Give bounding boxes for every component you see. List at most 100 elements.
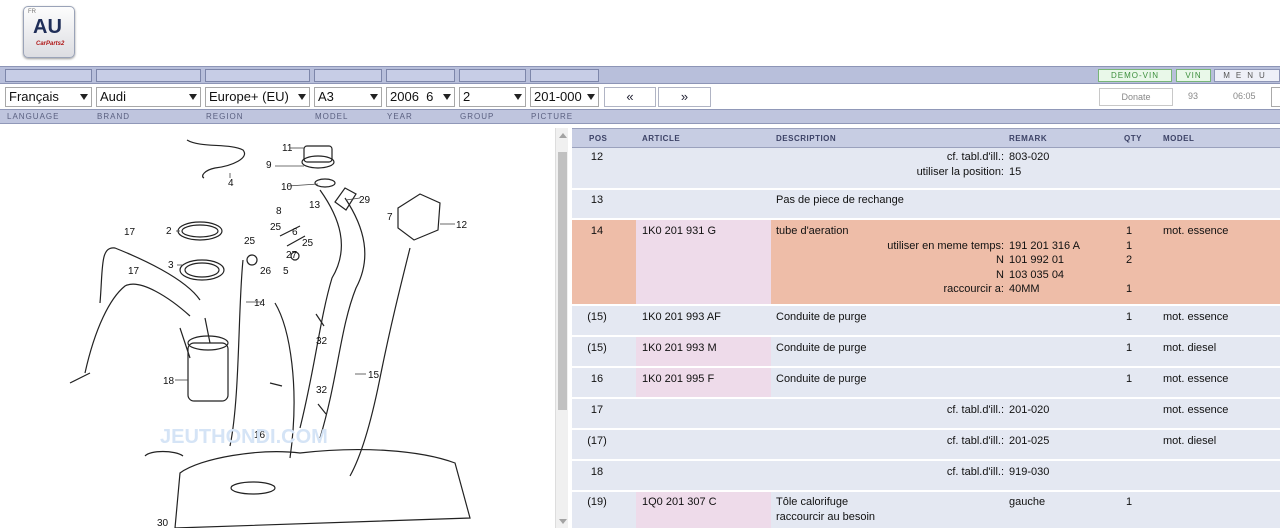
next-picture-button[interactable]: »: [658, 87, 711, 107]
callout-17a: 17: [124, 227, 136, 238]
brand-select[interactable]: Audi: [96, 87, 201, 107]
callout-9: 9: [266, 160, 272, 171]
picture-value: 201-000: [534, 89, 582, 104]
row-qty: 1: [1125, 283, 1133, 296]
row-pos: 16: [590, 373, 604, 385]
callout-18: 18: [163, 376, 175, 387]
label-region: REGION: [206, 112, 244, 121]
table-row[interactable]: 17 cf. tabl.d'ill.: 201-020 mot. essence: [572, 399, 1280, 429]
vin-button[interactable]: VIN: [1176, 69, 1211, 82]
row-remark: 40MM: [1009, 283, 1040, 296]
nav-slot-language: [5, 69, 92, 82]
scroll-down-icon[interactable]: [559, 519, 567, 524]
model-select[interactable]: A3: [314, 87, 382, 107]
callout-14: 14: [254, 298, 266, 309]
top-bar: FR AU CarParts2: [0, 0, 1280, 66]
row-article[interactable]: 1K0 201 993 AF: [642, 310, 721, 325]
row-qty: 1: [1125, 342, 1133, 354]
callout-8: 8: [276, 206, 282, 217]
region-select[interactable]: Europe+ (EU): [205, 87, 310, 107]
logo-fr-label: FR: [28, 9, 36, 15]
row-article[interactable]: 1K0 201 931 G: [642, 224, 716, 239]
callout-10: 10: [281, 182, 293, 193]
nav-slot-brand: [96, 69, 201, 82]
header-article: ARTICLE: [642, 134, 681, 143]
row-description: Pas de piece de rechange: [776, 194, 904, 206]
picture-select[interactable]: 201-000: [530, 87, 599, 107]
table-row[interactable]: (19) 1Q0 201 307 C Tôle calorifuge racco…: [572, 492, 1280, 528]
chevron-down-icon: [443, 94, 451, 100]
parts-diagram-panel: 4 2 3 17 17 18 14 26 25 25 27 5 8 6 25 1…: [0, 128, 555, 528]
nav-slot-year: [386, 69, 455, 82]
callout-12: 12: [456, 220, 468, 231]
table-row[interactable]: 12 cf. tabl.d'ill.: 803-020 utiliser la …: [572, 148, 1280, 189]
diagram-scrollbar[interactable]: [555, 128, 568, 528]
row-remark: 101 992 01: [1009, 254, 1065, 267]
row-article[interactable]: 1Q0 201 307 C: [642, 495, 717, 510]
row-remark: 191 201 316 A: [1009, 239, 1080, 252]
app-logo[interactable]: FR AU CarParts2: [23, 6, 75, 58]
selector-labels: LANGUAGE BRAND REGION MODEL YEAR GROUP P…: [0, 109, 1280, 124]
row-pos: (19): [587, 496, 607, 508]
nav-slot-region: [205, 69, 310, 82]
parts-diagram[interactable]: 4 2 3 17 17 18 14 26 25 25 27 5 8 6 25 1…: [0, 128, 555, 528]
chevron-down-icon: [370, 94, 378, 100]
row-description: Conduite de purge: [776, 373, 867, 385]
demo-vin-button[interactable]: DEMO-VIN: [1098, 69, 1172, 82]
row-remark-label: raccourcir a:: [943, 283, 1004, 296]
row-remark-label: N: [996, 254, 1004, 267]
row-remark-label: utiliser en meme temps:: [887, 239, 1004, 252]
table-row-selected[interactable]: 14 1K0 201 931 G tube d'aeration 1 mot. …: [572, 220, 1280, 305]
table-row[interactable]: 13 Pas de piece de rechange: [572, 190, 1280, 219]
scroll-thumb[interactable]: [558, 152, 567, 410]
table-row[interactable]: (15) 1K0 201 993 AF Conduite de purge 1 …: [572, 306, 1280, 336]
callout-7: 7: [387, 212, 393, 223]
callout-25b: 25: [270, 222, 282, 233]
year-select[interactable]: 2006 6: [386, 87, 455, 107]
chevron-down-icon: [514, 94, 522, 100]
scroll-up-icon[interactable]: [559, 133, 567, 138]
label-model: MODEL: [315, 112, 349, 121]
group-select[interactable]: 2: [459, 87, 526, 107]
row-pos: (15): [587, 311, 607, 323]
row-model: mot. essence: [1163, 225, 1229, 237]
row-model: mot. essence: [1163, 373, 1229, 385]
table-row[interactable]: 16 1K0 201 995 F Conduite de purge 1 mot…: [572, 368, 1280, 398]
header-description: DESCRIPTION: [776, 134, 837, 143]
donate-button[interactable]: Donate: [1099, 88, 1173, 106]
row-article[interactable]: 1K0 201 995 F: [642, 372, 714, 387]
row-description: Tôle calorifuge: [776, 496, 849, 508]
row-qty: 1: [1125, 239, 1133, 252]
row-article[interactable]: 1K0 201 993 M: [642, 341, 717, 356]
callout-11: 11: [282, 143, 293, 154]
row-remark-label: N: [996, 268, 1004, 281]
callout-26: 26: [260, 266, 272, 277]
row-remark-label: cf. tabl.d'ill.:: [946, 404, 1004, 416]
label-language: LANGUAGE: [7, 112, 60, 121]
label-brand: BRAND: [97, 112, 131, 121]
table-row[interactable]: (17) cf. tabl.d'ill.: 201-025 mot. diese…: [572, 430, 1280, 460]
callout-15: 15: [368, 370, 380, 381]
nav-slot-group: [459, 69, 526, 82]
header-remark: REMARK: [1009, 134, 1048, 143]
logo-brand: CarParts2: [36, 41, 65, 47]
row-remark: 201-025: [1009, 435, 1050, 447]
callout-25a: 25: [244, 236, 256, 247]
region-value: Europe+ (EU): [209, 89, 289, 104]
parts-table: POS ARTICLE DESCRIPTION REMARK QTY MODEL…: [572, 128, 1280, 528]
row-model: mot. essence: [1163, 311, 1229, 323]
chevron-down-icon: [189, 94, 197, 100]
row-description: Conduite de purge: [776, 342, 867, 354]
row-description: tube d'aeration: [776, 225, 849, 237]
prev-picture-button[interactable]: «: [604, 87, 656, 107]
table-row[interactable]: (15) 1K0 201 993 M Conduite de purge 1 m…: [572, 337, 1280, 367]
extra-box[interactable]: [1271, 87, 1280, 107]
header-model: MODEL: [1163, 134, 1195, 143]
nav-strip: DEMO-VIN VIN MENU: [0, 66, 1280, 84]
callout-25c: 25: [302, 238, 314, 249]
menu-button[interactable]: MENU: [1214, 69, 1280, 82]
language-select[interactable]: Français: [5, 87, 92, 107]
table-row[interactable]: 18 cf. tabl.d'ill.: 919-030: [572, 461, 1280, 491]
row-remark-label: cf. tabl.d'ill.:: [946, 151, 1004, 163]
callout-6: 6: [292, 227, 298, 238]
